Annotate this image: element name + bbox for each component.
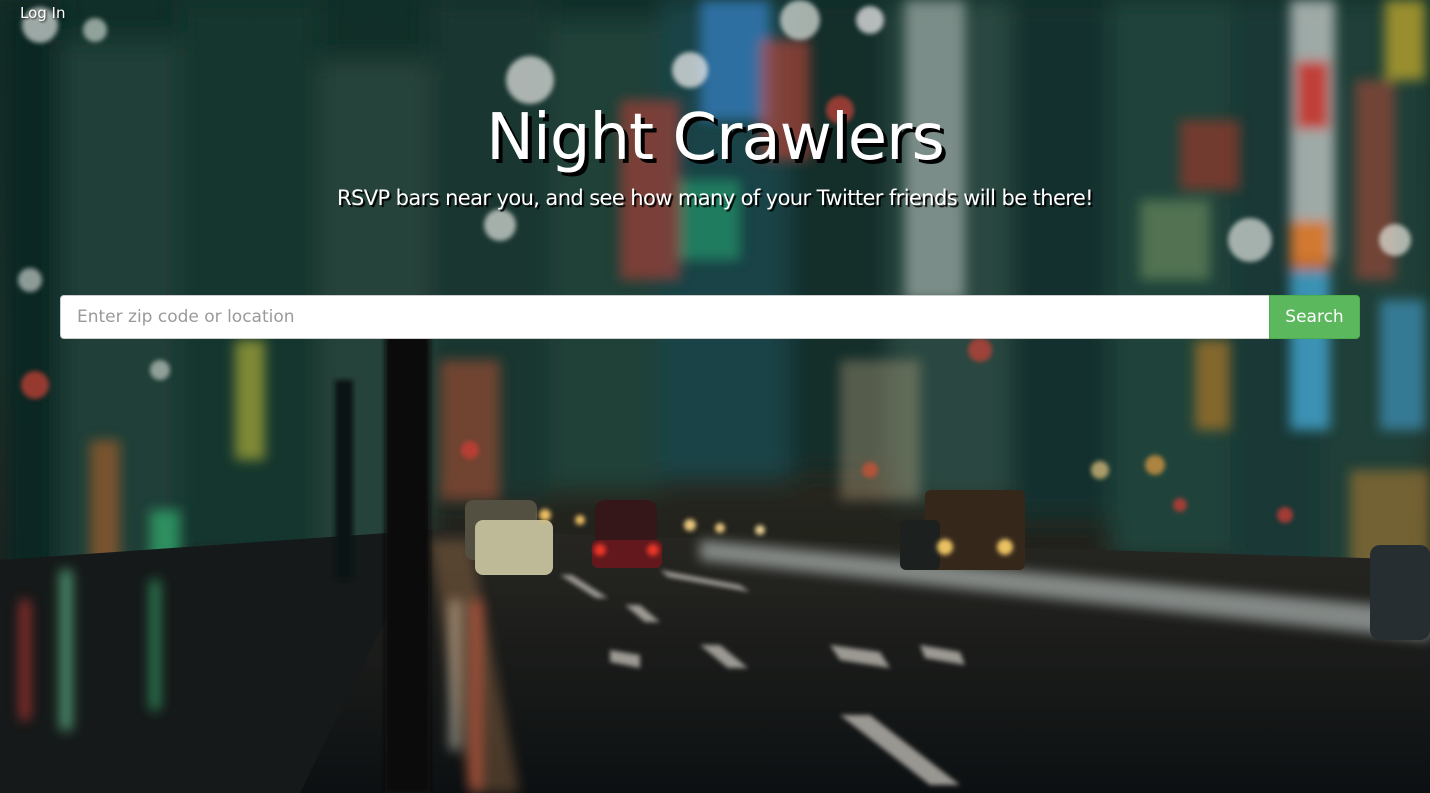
landing-page: Log In Night Crawlers RSVP bars near you… [0,0,1430,793]
page-subtitle: RSVP bars near you, and see how many of … [337,186,1094,210]
location-search-input[interactable] [60,295,1269,339]
login-link[interactable]: Log In [20,4,66,22]
page-title: Night Crawlers [486,101,945,175]
search-bar: Search [60,295,1360,339]
search-button[interactable]: Search [1269,295,1360,339]
